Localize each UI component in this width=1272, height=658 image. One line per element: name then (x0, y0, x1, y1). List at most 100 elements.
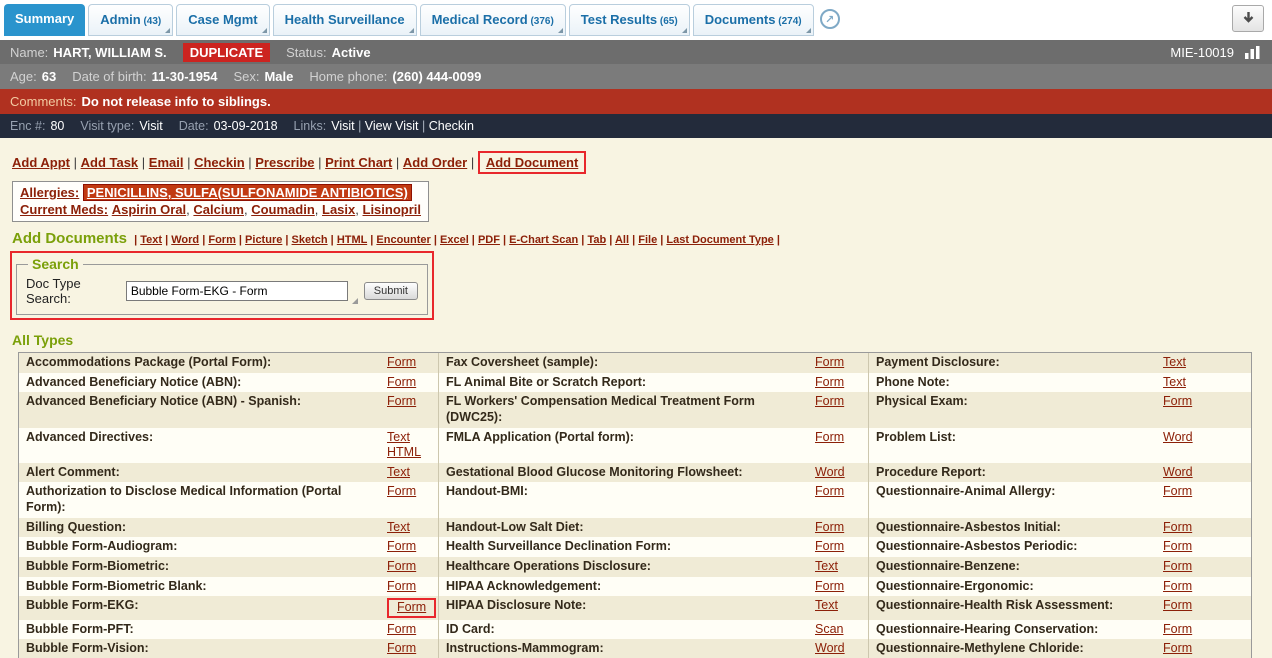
submit-button[interactable]: Submit (364, 282, 418, 300)
doc-link-bubble-form-ekg-form[interactable]: Form (397, 600, 426, 614)
dropdown-corner-icon (558, 28, 563, 33)
med-link-lasix[interactable]: Lasix (322, 202, 355, 217)
action-link-add-task[interactable]: Add Task (81, 155, 139, 170)
action-link-checkin[interactable]: Checkin (194, 155, 245, 170)
table-row: Bubble Form-Audiogram:FormHealth Surveil… (19, 537, 1251, 557)
tab-documents[interactable]: Documents (274) (693, 4, 814, 36)
doc-link-advanced-beneficiary-notice-abn-form[interactable]: Form (387, 375, 416, 391)
action-link-add-order[interactable]: Add Order (403, 155, 467, 170)
doc-link-questionnaire-asbestos-initial-form[interactable]: Form (1163, 520, 1192, 536)
med-link-aspirin-oral[interactable]: Aspirin Oral (112, 202, 186, 217)
doc-link-healthcare-operations-disclosure-text[interactable]: Text (815, 559, 838, 575)
doc-type-link-encounter[interactable]: Encounter (376, 234, 430, 246)
action-link-email[interactable]: Email (149, 155, 184, 170)
doc-link-questionnaire-ergonomic-form[interactable]: Form (1163, 579, 1192, 595)
doc-type-link-e-chart-scan[interactable]: E-Chart Scan (509, 234, 578, 246)
doc-link-hipaa-disclosure-note-text[interactable]: Text (815, 598, 838, 614)
doc-link-alert-comment-text[interactable]: Text (387, 465, 410, 481)
doc-type-link-sketch[interactable]: Sketch (292, 234, 328, 246)
doc-type-search-input[interactable] (126, 281, 348, 301)
doc-link-advanced-directives-html[interactable]: HTML (387, 445, 421, 461)
tab-summary[interactable]: Summary (4, 4, 85, 36)
enc-number: 80 (50, 119, 64, 133)
doc-link-fl-animal-bite-or-scratch-report-form[interactable]: Form (815, 375, 844, 391)
doc-link-advanced-beneficiary-notice-abn-spanish-form[interactable]: Form (387, 394, 416, 410)
action-link-add-document[interactable]: Add Document (486, 155, 578, 170)
duplicate-badge[interactable]: DUPLICATE (183, 43, 270, 62)
tab-admin[interactable]: Admin (43) (88, 4, 173, 36)
allergy-value[interactable]: PENICILLINS, SULFA(SULFONAMIDE ANTIBIOTI… (83, 184, 412, 201)
enc-links-label: Links: (294, 119, 327, 133)
doc-link-id-card-scan[interactable]: Scan (815, 622, 844, 638)
download-button[interactable] (1232, 5, 1264, 32)
action-link-prescribe[interactable]: Prescribe (255, 155, 314, 170)
patient-demographics-bar: Age: 63 Date of birth: 11-30-1954 Sex: M… (0, 64, 1272, 89)
tab-test-results[interactable]: Test Results (65) (569, 4, 690, 36)
doc-type-links-cell: Text (811, 557, 869, 577)
tab-medical-record[interactable]: Medical Record (376) (420, 4, 566, 36)
doc-type-label: Fax Coversheet (sample): (439, 353, 811, 373)
tab-case-mgmt[interactable]: Case Mgmt (176, 4, 269, 36)
doc-link-gestational-blood-glucose-monitoring-flowsheet-word[interactable]: Word (815, 465, 845, 481)
doc-type-label: HIPAA Acknowledgement: (439, 577, 811, 597)
doc-type-link-picture[interactable]: Picture (245, 234, 282, 246)
tab-health-surveillance[interactable]: Health Surveillance (273, 4, 417, 36)
doc-link-phone-note-text[interactable]: Text (1163, 375, 1186, 391)
action-link-add-appt[interactable]: Add Appt (12, 155, 70, 170)
encounter-link-checkin[interactable]: Checkin (429, 119, 474, 133)
doc-type-link-all[interactable]: All (615, 234, 629, 246)
med-link-calcium[interactable]: Calcium (193, 202, 244, 217)
doc-type-label: FMLA Application (Portal form): (439, 428, 811, 463)
external-link-icon[interactable]: ↗ (820, 9, 840, 29)
allergies-link[interactable]: Allergies: (20, 185, 79, 200)
doc-link-health-surveillance-declination-form-form[interactable]: Form (815, 539, 844, 555)
doc-link-questionnaire-hearing-conservation-form[interactable]: Form (1163, 622, 1192, 638)
doc-type-link-excel[interactable]: Excel (440, 234, 469, 246)
action-link-print-chart[interactable]: Print Chart (325, 155, 392, 170)
doc-type-link-word[interactable]: Word (171, 234, 199, 246)
doc-link-procedure-report-word[interactable]: Word (1163, 465, 1193, 481)
doc-link-advanced-directives-text[interactable]: Text (387, 430, 410, 446)
patient-name: HART, WILLIAM S. (53, 45, 166, 60)
comments-bar: Comments: Do not release info to sibling… (0, 89, 1272, 114)
doc-link-bubble-form-pft-form[interactable]: Form (387, 622, 416, 638)
doc-type-links-cell: Form (1159, 537, 1251, 557)
doc-type-links-cell: Text (1159, 353, 1251, 373)
bar-chart-icon[interactable] (1244, 45, 1262, 60)
doc-link-instructions-mammogram-word[interactable]: Word (815, 641, 845, 657)
doc-link-questionnaire-animal-allergy-form[interactable]: Form (1163, 484, 1192, 500)
med-link-coumadin[interactable]: Coumadin (251, 202, 315, 217)
doc-link-bubble-form-biometric-form[interactable]: Form (387, 559, 416, 575)
doc-link-payment-disclosure-text[interactable]: Text (1163, 355, 1186, 371)
doc-link-hipaa-acknowledgement-form[interactable]: Form (815, 579, 844, 595)
doc-link-physical-exam-form[interactable]: Form (1163, 394, 1192, 410)
doc-link-accommodations-package-portal-form-form[interactable]: Form (387, 355, 416, 371)
doc-type-link-form[interactable]: Form (208, 234, 236, 246)
doc-link-handout-bmi-form[interactable]: Form (815, 484, 844, 500)
doc-type-link-pdf[interactable]: PDF (478, 234, 500, 246)
doc-type-link-last-document-type[interactable]: Last Document Type (666, 234, 773, 246)
doc-link-questionnaire-methylene-chloride-form[interactable]: Form (1163, 641, 1192, 657)
doc-link-questionnaire-benzene-form[interactable]: Form (1163, 559, 1192, 575)
doc-link-questionnaire-asbestos-periodic-form[interactable]: Form (1163, 539, 1192, 555)
doc-type-link-html[interactable]: HTML (337, 234, 367, 246)
doc-link-authorization-to-disclose-medical-information-portal-form-form[interactable]: Form (387, 484, 416, 500)
doc-type-link-file[interactable]: File (638, 234, 657, 246)
doc-link-questionnaire-health-risk-assessment-form[interactable]: Form (1163, 598, 1192, 614)
doc-link-bubble-form-vision-form[interactable]: Form (387, 641, 416, 657)
doc-link-problem-list-word[interactable]: Word (1163, 430, 1193, 446)
doc-link-bubble-form-biometric-blank-form[interactable]: Form (387, 579, 416, 595)
doc-type-link-text[interactable]: Text (140, 234, 162, 246)
doc-link-fmla-application-portal-form-form[interactable]: Form (815, 430, 844, 446)
doc-link-fl-workers-compensation-medical-treatment-form-dwc25-form[interactable]: Form (815, 394, 844, 410)
current-meds-link[interactable]: Current Meds: (20, 202, 108, 217)
doc-link-billing-question-text[interactable]: Text (387, 520, 410, 536)
doc-link-bubble-form-audiogram-form[interactable]: Form (387, 539, 416, 555)
med-link-lisinopril[interactable]: Lisinopril (363, 202, 422, 217)
doc-link-handout-low-salt-diet-form[interactable]: Form (815, 520, 844, 536)
encounter-link-visit[interactable]: Visit (331, 119, 354, 133)
doc-type-link-tab[interactable]: Tab (587, 234, 606, 246)
encounter-link-view-visit[interactable]: View Visit (365, 119, 419, 133)
doc-type-label: Bubble Form-Vision: (19, 639, 383, 658)
doc-link-fax-coversheet-sample-form[interactable]: Form (815, 355, 844, 371)
